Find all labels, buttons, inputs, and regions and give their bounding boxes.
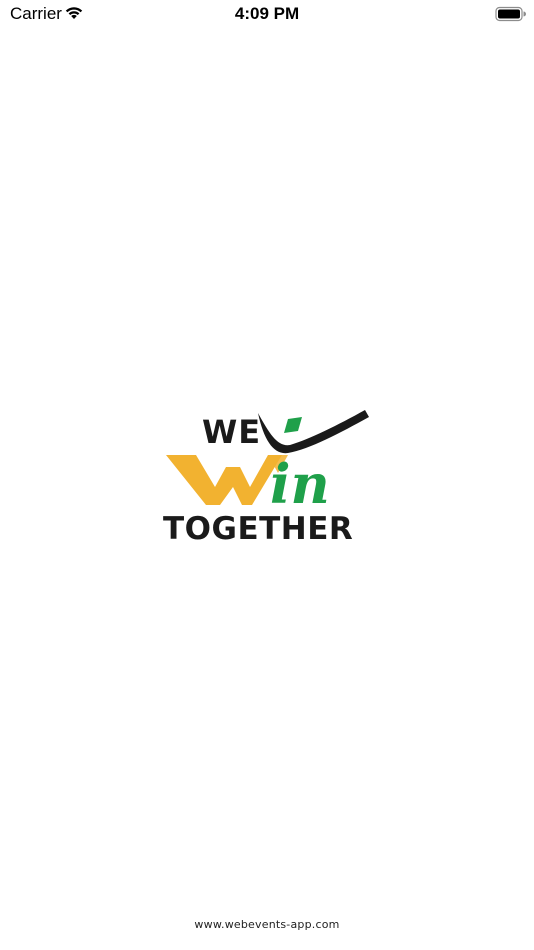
- logo-line-in: in: [270, 452, 330, 516]
- logo-i-dot-green: [284, 417, 302, 433]
- battery-icon: [495, 6, 527, 22]
- status-bar: Carrier 4:09 PM: [0, 0, 534, 28]
- we-win-together-logo: WE in TOGETHER: [160, 405, 375, 550]
- hockey-stick-graphic: [258, 410, 369, 454]
- status-time: 4:09 PM: [234, 4, 300, 23]
- footer-website-link[interactable]: www.webevents-app.com: [0, 918, 534, 931]
- logo-line-together: TOGETHER: [163, 511, 353, 547]
- logo-w-gold: [166, 455, 282, 505]
- logo-line-we: WE: [202, 413, 261, 451]
